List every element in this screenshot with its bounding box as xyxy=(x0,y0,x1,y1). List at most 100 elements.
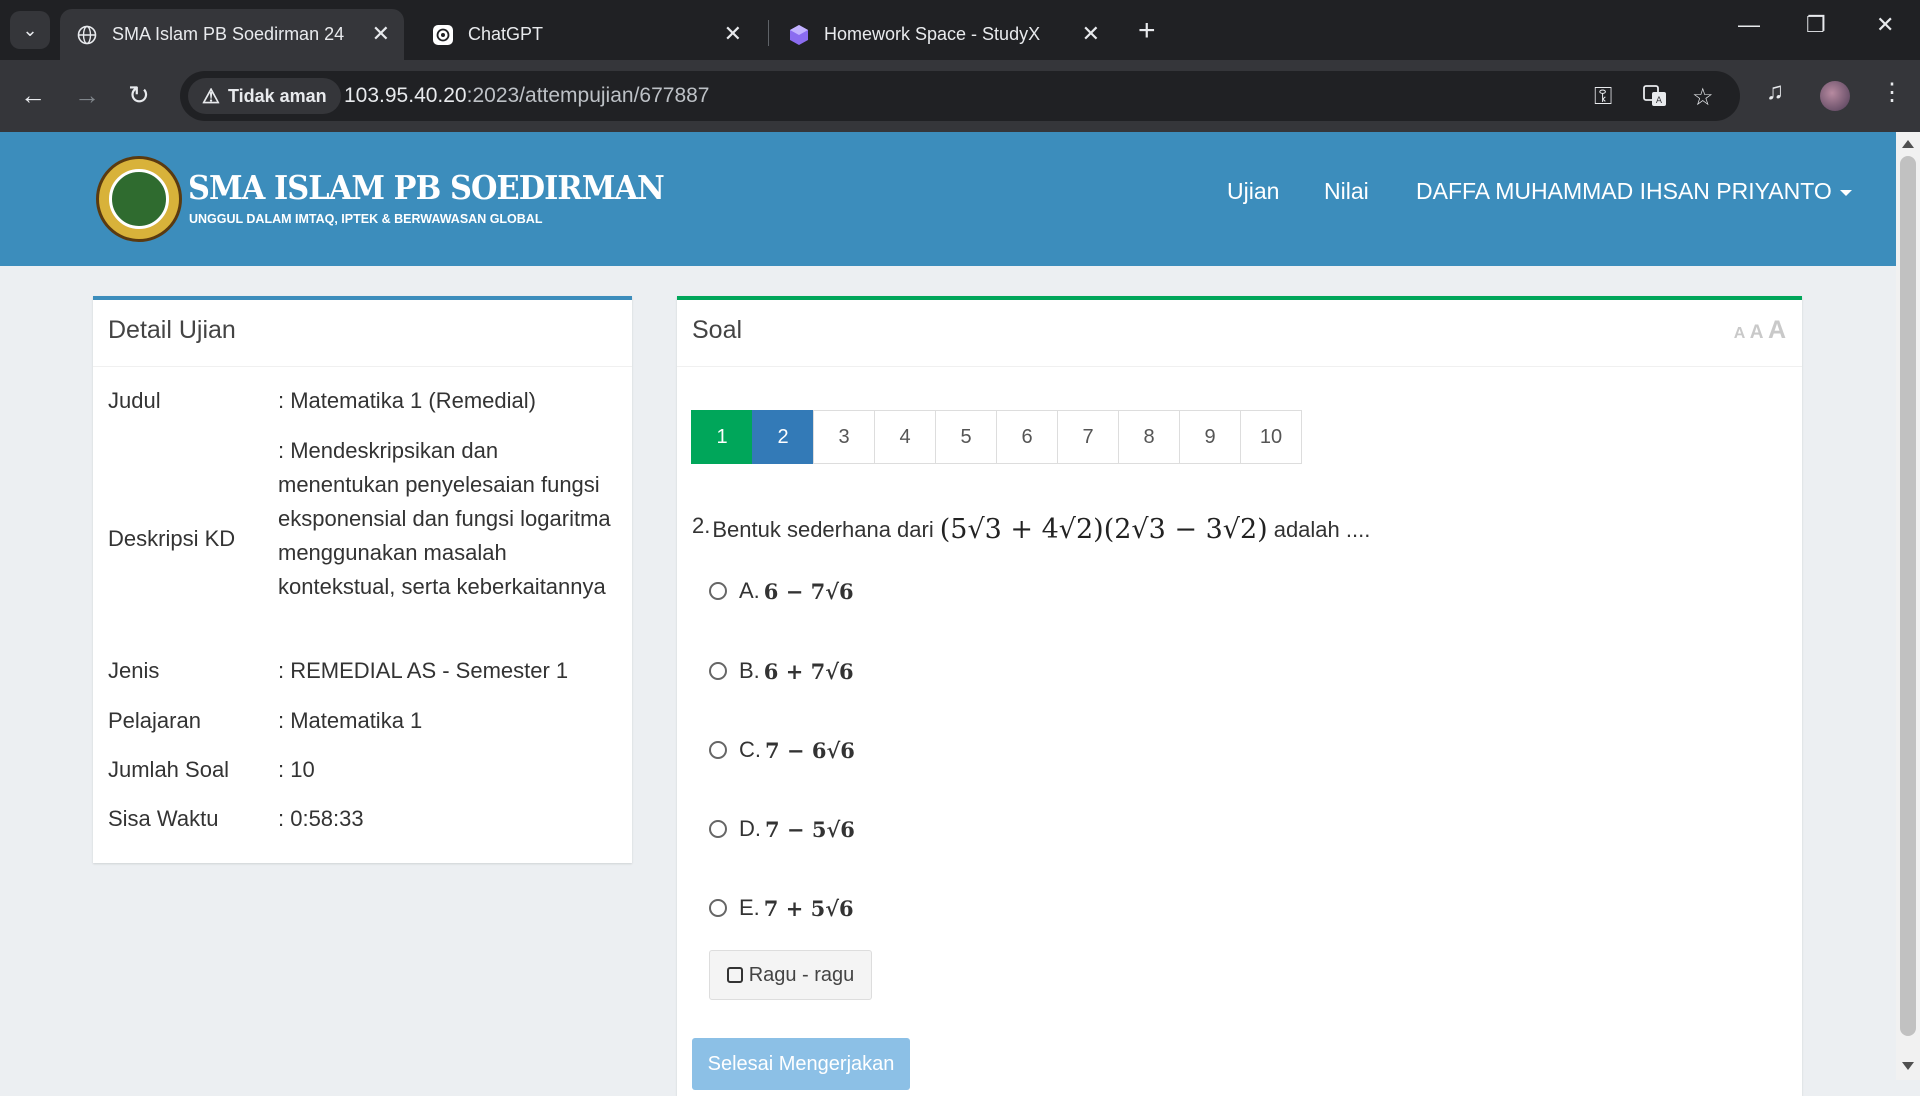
option-value: 6 − 7√6 xyxy=(763,578,854,604)
translate-icon[interactable]: A xyxy=(1642,83,1668,116)
detail-label-judul: Judul xyxy=(108,388,161,413)
option-value: 7 − 5√6 xyxy=(765,816,855,842)
font-medium-button[interactable]: A xyxy=(1750,322,1764,343)
bookmark-star-icon[interactable]: ☆ xyxy=(1692,83,1714,112)
kebab-menu-icon[interactable]: ⋮ xyxy=(1880,78,1904,107)
close-window-icon[interactable]: ✕ xyxy=(1876,12,1894,38)
profile-avatar[interactable] xyxy=(1820,81,1850,111)
school-logo-icon[interactable] xyxy=(96,156,182,242)
font-small-button[interactable]: A xyxy=(1734,325,1746,342)
question-page-2[interactable]: 2 xyxy=(752,410,814,464)
option-value: 7 + 5√6 xyxy=(763,895,854,921)
option-value: 6 + 7√6 xyxy=(763,658,854,684)
user-menu[interactable]: DAFFA MUHAMMAD IHSAN PRIYANTO xyxy=(1416,178,1852,205)
scroll-down-arrow-icon[interactable] xyxy=(1902,1062,1914,1070)
option-a-radio[interactable] xyxy=(709,582,727,600)
option-letter: C. xyxy=(739,737,761,762)
chevron-down-icon: ⌄ xyxy=(22,19,38,40)
option-letter: A. xyxy=(739,578,760,603)
option-b[interactable]: B. 6 + 7√6 xyxy=(709,658,854,684)
site-header: SMA ISLAM PB SOEDIRMAN UNGGUL DALAM IMTA… xyxy=(0,132,1896,266)
tab-studyx[interactable]: Homework Space - StudyX ✕ xyxy=(772,9,1114,60)
detail-label-sisa-waktu: Sisa Waktu xyxy=(108,806,219,831)
question-number: 2. xyxy=(692,512,711,538)
nav-nilai[interactable]: Nilai xyxy=(1324,178,1369,205)
option-d[interactable]: D. 7 − 5√6 xyxy=(709,816,855,842)
question-text: 2. Bentuk sederhana dari (5√3 + 4√2)(2√3… xyxy=(692,512,1371,546)
detail-value-judul: : Matematika 1 (Remedial) xyxy=(278,388,536,413)
address-bar[interactable]: ⚠ Tidak aman 103.95.40.20:2023/attempuji… xyxy=(180,71,1740,121)
divider xyxy=(677,366,1802,367)
question-panel: Soal A A A 1 2 3 4 5 6 7 8 9 10 2. Bentu… xyxy=(677,296,1802,1096)
scroll-up-arrow-icon[interactable] xyxy=(1902,140,1914,148)
forward-arrow-icon[interactable]: → xyxy=(74,80,100,111)
url-path: :2023/attempujian/677887 xyxy=(466,84,710,107)
tab-chatgpt[interactable]: ChatGPT ✕ xyxy=(416,9,756,60)
question-stem-before: Bentuk sederhana dari xyxy=(712,516,934,542)
key-icon[interactable]: ⚿ xyxy=(1594,83,1612,111)
tab-sma-islam[interactable]: SMA Islam PB Soedirman 24 ✕ xyxy=(60,9,404,60)
checkbox-icon xyxy=(726,967,743,983)
detail-value-jenis: : REMEDIAL AS - Semester 1 xyxy=(278,658,569,683)
page-scrollbar[interactable] xyxy=(1896,132,1920,1080)
close-tab-icon[interactable]: ✕ xyxy=(1082,21,1100,47)
question-page-3[interactable]: 3 xyxy=(813,410,875,464)
detail-label-deskripsi: Deskripsi KD xyxy=(108,526,236,551)
scrollbar-thumb[interactable] xyxy=(1900,156,1916,1036)
close-tab-icon[interactable]: ✕ xyxy=(724,21,742,47)
minimize-icon[interactable]: — xyxy=(1738,12,1760,38)
media-control-icon[interactable]: ♫ xyxy=(1766,78,1784,106)
option-e-radio[interactable] xyxy=(709,899,727,917)
user-name: DAFFA MUHAMMAD IHSAN PRIYANTO xyxy=(1416,178,1832,204)
question-page-7[interactable]: 7 xyxy=(1057,410,1119,464)
finish-exam-button[interactable]: Selesai Mengerjakan xyxy=(692,1038,910,1090)
tab-separator xyxy=(768,20,769,46)
close-tab-icon[interactable]: ✕ xyxy=(372,21,390,47)
option-c-radio[interactable] xyxy=(709,741,727,759)
studyx-icon xyxy=(788,24,810,46)
globe-icon xyxy=(76,24,98,46)
option-letter: B. xyxy=(739,658,760,683)
option-c[interactable]: C. 7 − 6√6 xyxy=(709,737,855,763)
question-page-8[interactable]: 8 xyxy=(1118,410,1180,464)
option-b-radio[interactable] xyxy=(709,662,727,680)
question-expression: (5√3 + 4√2)(2√3 − 3√2) xyxy=(939,514,1268,545)
tab-title: Homework Space - StudyX xyxy=(824,24,1041,44)
question-page-1[interactable]: 1 xyxy=(691,410,753,464)
detail-label-jumlah-soal: Jumlah Soal xyxy=(108,757,230,782)
question-stem-after: adalah .... xyxy=(1273,516,1371,542)
tab-title: SMA Islam PB Soedirman 24 xyxy=(112,24,345,44)
question-pagination: 1 2 3 4 5 6 7 8 9 10 xyxy=(691,410,1302,464)
panel-title: Detail Ujian xyxy=(108,316,236,344)
option-letter: D. xyxy=(739,816,761,841)
chatgpt-icon xyxy=(432,24,454,46)
option-d-radio[interactable] xyxy=(709,820,727,838)
nav-ujian[interactable]: Ujian xyxy=(1227,178,1279,205)
svg-text:A: A xyxy=(1656,96,1663,106)
question-page-9[interactable]: 9 xyxy=(1179,410,1241,464)
detail-label-jenis: Jenis xyxy=(108,658,160,683)
option-a[interactable]: A. 6 − 7√6 xyxy=(709,578,854,604)
detail-label-pelajaran: Pelajaran xyxy=(108,708,201,733)
divider xyxy=(93,366,632,367)
url-host: 103.95.40.20 xyxy=(344,84,467,107)
question-page-6[interactable]: 6 xyxy=(996,410,1058,464)
url-text[interactable]: 103.95.40.20:2023/attempujian/677887 xyxy=(344,84,710,108)
security-label: Tidak aman xyxy=(227,85,327,106)
detail-value-jumlah-soal: : 10 xyxy=(278,757,315,782)
doubt-button[interactable]: Ragu - ragu xyxy=(709,950,872,1000)
school-name[interactable]: SMA ISLAM PB SOEDIRMAN xyxy=(188,168,665,207)
option-e[interactable]: E. 7 + 5√6 xyxy=(709,895,854,921)
restore-icon[interactable]: ❐ xyxy=(1806,12,1826,38)
question-page-10[interactable]: 10 xyxy=(1240,410,1302,464)
reload-icon[interactable]: ↻ xyxy=(128,80,150,111)
new-tab-button[interactable]: + xyxy=(1138,14,1156,48)
question-page-5[interactable]: 5 xyxy=(935,410,997,464)
security-indicator[interactable]: ⚠ Tidak aman xyxy=(188,78,341,114)
question-page-4[interactable]: 4 xyxy=(874,410,936,464)
back-arrow-icon[interactable]: ← xyxy=(20,80,46,111)
tab-search-button[interactable]: ⌄ xyxy=(10,11,50,49)
option-letter: E. xyxy=(739,895,760,920)
school-tagline: UNGGUL DALAM IMTAQ, IPTEK & BERWAWASAN G… xyxy=(189,212,543,226)
font-large-button[interactable]: A xyxy=(1768,316,1786,344)
